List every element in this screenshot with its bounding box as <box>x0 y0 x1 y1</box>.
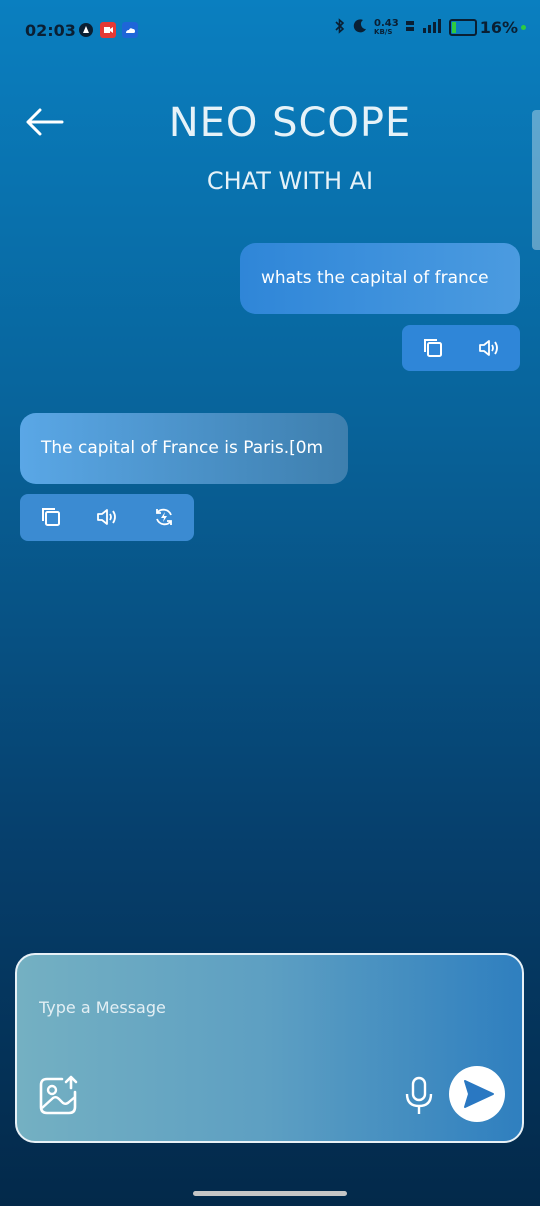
ai-message-actions <box>20 494 194 541</box>
ai-message-bubble: The capital of France is Paris.[0m <box>20 413 348 484</box>
network-speed: 0.43 KB/S <box>374 17 399 36</box>
status-time: 02:03 <box>25 21 76 40</box>
copy-icon[interactable] <box>40 506 62 528</box>
send-button[interactable] <box>449 1066 505 1122</box>
battery-indicator: 16% <box>448 18 526 37</box>
speaker-icon[interactable] <box>96 506 118 528</box>
scrollbar[interactable] <box>532 110 540 250</box>
volte-icon <box>405 18 415 37</box>
mic-button[interactable] <box>403 1074 435 1118</box>
dnd-moon-icon <box>352 18 368 37</box>
message-composer <box>15 953 524 1143</box>
record-notification-icon <box>100 22 116 38</box>
user-message-actions <box>402 325 520 371</box>
user-message-text: whats the capital of france <box>261 268 489 288</box>
image-upload-button[interactable] <box>38 1074 80 1116</box>
home-indicator[interactable] <box>193 1191 347 1196</box>
bluetooth-icon <box>334 18 346 37</box>
copy-icon[interactable] <box>422 337 444 359</box>
signal-icon <box>421 18 443 37</box>
cloud-notification-icon <box>122 22 138 38</box>
speaker-icon[interactable] <box>478 337 500 359</box>
message-input[interactable] <box>37 995 501 1019</box>
mic-icon <box>405 1076 433 1114</box>
status-right-group: 0.43 KB/S 16% <box>334 18 526 37</box>
page-subtitle: CHAT WITH AI <box>206 167 374 195</box>
user-message-bubble: whats the capital of france <box>240 243 520 314</box>
notification-icons <box>78 22 138 38</box>
privacy-dot <box>521 25 526 30</box>
status-bar: 02:03 0.43 KB/S 16% <box>0 0 540 62</box>
battery-icon <box>448 19 477 36</box>
image-upload-icon <box>39 1075 78 1115</box>
app-title: NEO SCOPE <box>168 100 412 146</box>
send-icon <box>464 1080 494 1108</box>
app-notification-icon <box>78 22 94 38</box>
regenerate-icon[interactable] <box>153 506 175 528</box>
ai-message-text: The capital of France is Paris.[0m <box>41 438 324 458</box>
